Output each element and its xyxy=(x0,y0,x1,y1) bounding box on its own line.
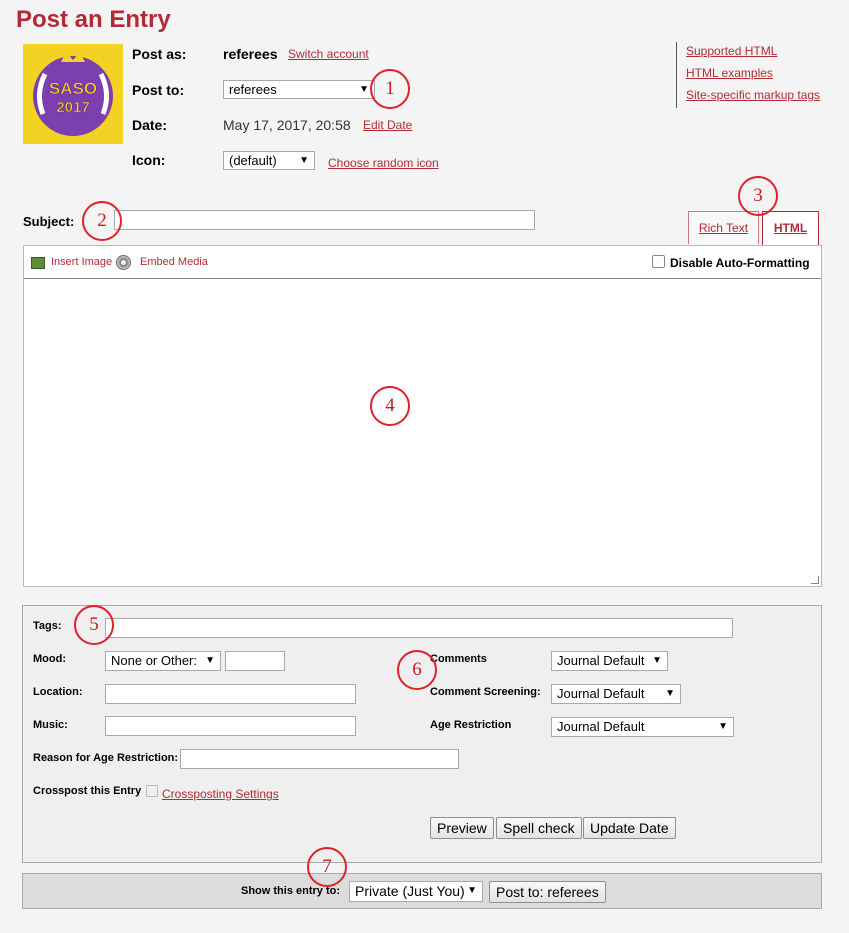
location-input[interactable] xyxy=(105,684,356,704)
visibility-select[interactable]: Private (Just You) ▼ xyxy=(349,881,483,902)
svg-text:2017: 2017 xyxy=(56,99,89,116)
disable-autoformat-checkbox[interactable] xyxy=(652,255,665,268)
chevron-down-icon: ▼ xyxy=(467,885,477,896)
post-to-select[interactable]: referees ▼ xyxy=(223,80,375,99)
age-restriction-select[interactable]: Journal Default ▼ xyxy=(551,717,734,737)
disable-autoformat-label: Disable Auto-Formatting xyxy=(670,256,810,270)
tags-label: Tags: xyxy=(33,620,62,632)
edit-date-link[interactable]: Edit Date xyxy=(363,118,412,132)
markup-tags-link[interactable]: Site-specific markup tags xyxy=(686,86,820,108)
tab-rich-text-label: Rich Text xyxy=(698,221,749,235)
embed-media-button[interactable]: Embed Media xyxy=(140,256,208,268)
spell-check-button[interactable]: Spell check xyxy=(496,817,582,839)
annotation-marker-2: 2 xyxy=(82,201,122,241)
random-icon-link[interactable]: Choose random icon xyxy=(328,156,439,170)
comment-screening-label: Comment Screening: xyxy=(430,686,541,698)
svg-text:SASO: SASO xyxy=(49,79,97,98)
annotation-marker-1: 1 xyxy=(370,69,410,109)
page-title: Post an Entry xyxy=(16,6,171,33)
icon-label: Icon: xyxy=(132,152,166,168)
date-label: Date: xyxy=(132,117,168,133)
age-reason-input[interactable] xyxy=(180,749,459,769)
post-to-value: referees xyxy=(229,82,277,97)
visibility-select-value: Private (Just You) xyxy=(355,883,465,899)
annotation-marker-4: 4 xyxy=(370,386,410,426)
comments-select-value: Journal Default xyxy=(557,653,645,668)
embed-media-icon xyxy=(116,255,131,270)
resize-handle-icon[interactable] xyxy=(811,576,819,584)
insert-image-button[interactable]: Insert Image xyxy=(51,256,112,268)
music-input[interactable] xyxy=(105,716,356,736)
editor-panel: Insert Image Embed Media Disable Auto-Fo… xyxy=(23,245,822,587)
tab-html-label: HTML xyxy=(773,221,808,235)
chevron-down-icon: ▼ xyxy=(652,655,662,666)
crossposting-settings-link[interactable]: Crossposting Settings xyxy=(162,787,279,801)
post-entry-button[interactable]: Post to: referees xyxy=(489,881,606,903)
date-value: May 17, 2017, 20:58 xyxy=(223,117,351,133)
annotation-marker-7: 7 xyxy=(307,847,347,887)
icon-select[interactable]: (default) ▼ xyxy=(223,151,315,170)
annotation-marker-3: 3 xyxy=(738,176,778,216)
comment-screening-select[interactable]: Journal Default ▼ xyxy=(551,684,681,704)
mood-other-input[interactable] xyxy=(225,651,285,671)
editor-toolbar: Insert Image Embed Media Disable Auto-Fo… xyxy=(24,246,821,279)
age-restriction-value: Journal Default xyxy=(557,719,645,734)
post-as-value: referees xyxy=(223,46,278,62)
preview-button[interactable]: Preview xyxy=(430,817,494,839)
subject-label: Subject: xyxy=(23,214,75,229)
post-as-label: Post as: xyxy=(132,46,187,62)
entry-body-textarea[interactable] xyxy=(24,279,821,586)
chevron-down-icon: ▼ xyxy=(665,688,675,699)
avatar-image: SASO 2017 xyxy=(28,49,118,139)
subject-input[interactable] xyxy=(114,210,535,230)
tab-html[interactable]: HTML xyxy=(762,211,819,246)
update-date-button[interactable]: Update Date xyxy=(583,817,676,839)
chevron-down-icon: ▼ xyxy=(359,84,369,95)
mood-label: Mood: xyxy=(33,653,66,665)
chevron-down-icon: ▼ xyxy=(205,655,215,666)
mood-select-value: None or Other: xyxy=(111,653,197,668)
age-reason-label: Reason for Age Restriction: xyxy=(33,752,179,764)
mood-select[interactable]: None or Other: ▼ xyxy=(105,651,221,671)
chevron-down-icon: ▼ xyxy=(299,155,309,166)
help-links: Supported HTML HTML examples Site-specif… xyxy=(676,42,820,108)
post-to-label: Post to: xyxy=(132,82,185,98)
location-label: Location: xyxy=(33,686,83,698)
crosspost-label: Crosspost this Entry xyxy=(33,785,142,797)
icon-select-value: (default) xyxy=(229,153,277,168)
html-examples-link[interactable]: HTML examples xyxy=(686,64,820,86)
annotation-marker-6: 6 xyxy=(397,650,437,690)
tab-rich-text[interactable]: Rich Text xyxy=(688,211,759,244)
crosspost-checkbox[interactable] xyxy=(146,785,158,797)
annotation-marker-5: 5 xyxy=(74,605,114,645)
music-label: Music: xyxy=(33,719,68,731)
chevron-down-icon: ▼ xyxy=(718,721,728,732)
comment-screening-value: Journal Default xyxy=(557,686,645,701)
insert-image-icon xyxy=(31,257,45,269)
comments-select[interactable]: Journal Default ▼ xyxy=(551,651,668,671)
avatar: SASO 2017 xyxy=(23,44,123,144)
supported-html-link[interactable]: Supported HTML xyxy=(686,42,820,64)
comments-label: Comments xyxy=(430,653,487,665)
switch-account-link[interactable]: Switch account xyxy=(288,47,369,61)
age-restriction-label: Age Restriction xyxy=(430,719,512,731)
tags-input[interactable] xyxy=(105,618,733,638)
